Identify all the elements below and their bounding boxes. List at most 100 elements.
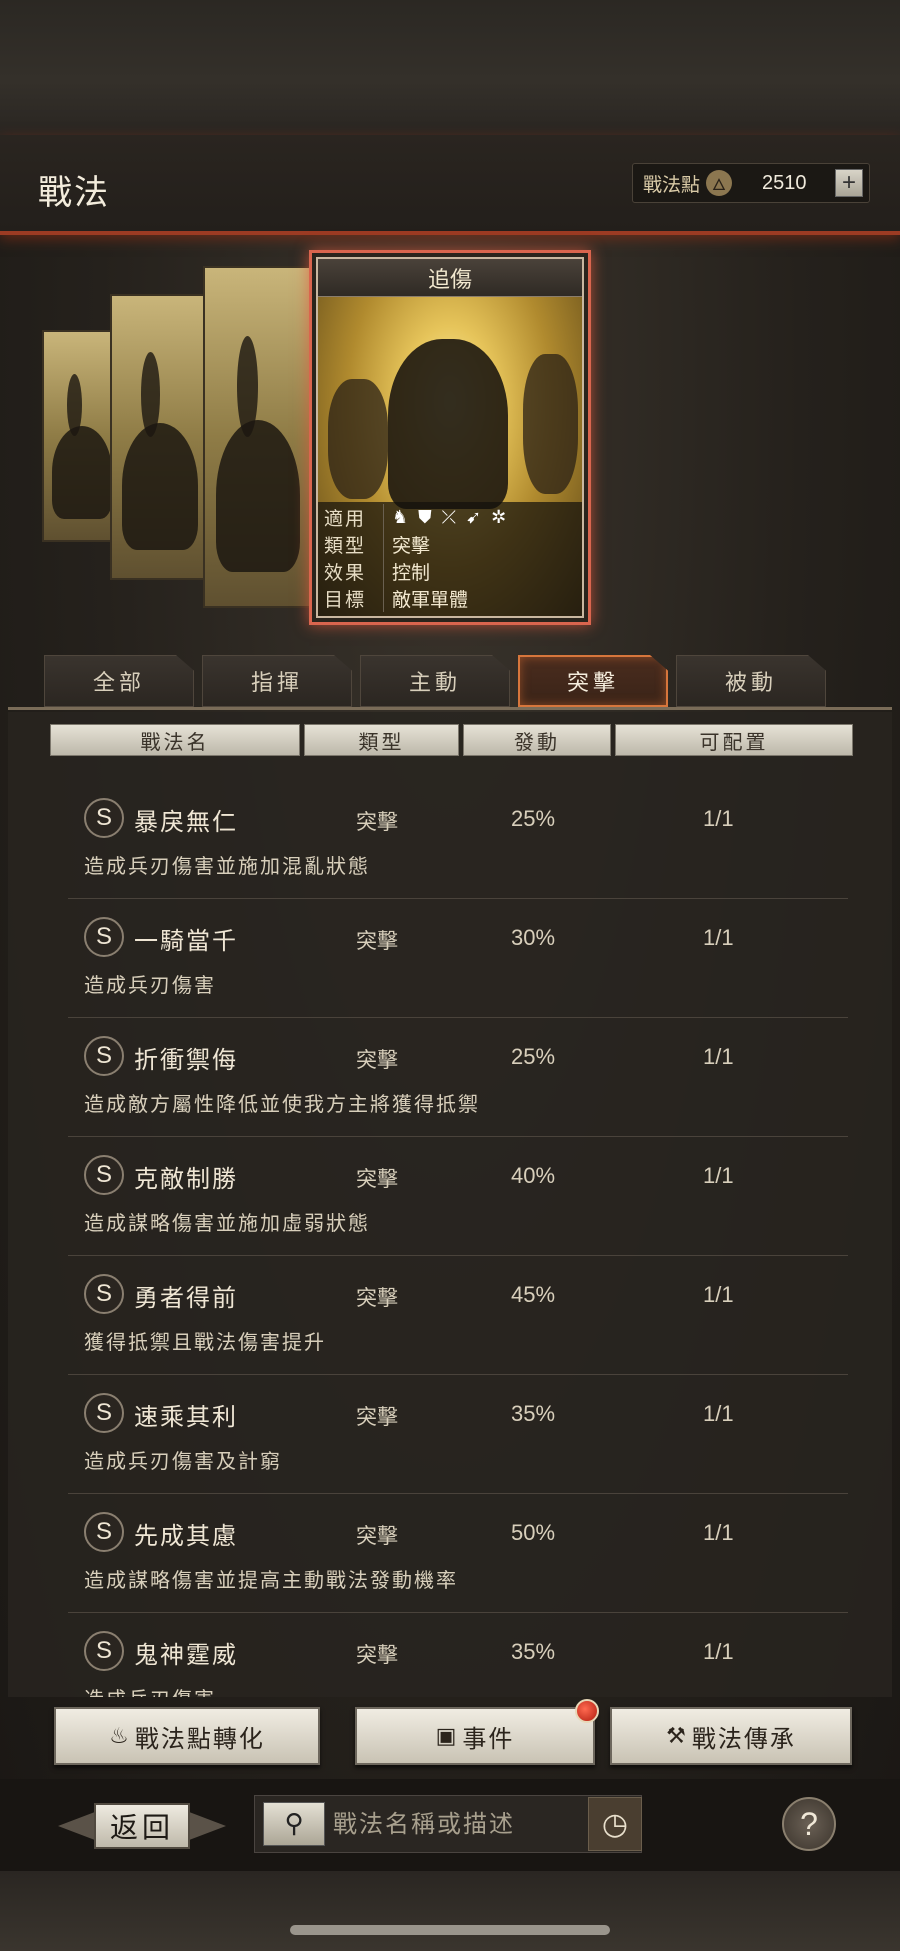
tab-active[interactable]: 主動 [360,655,510,707]
column-headers: 戰法名 類型 發動 可配置 [50,724,853,756]
list-item[interactable]: S 折衝禦侮 突擊 25% 1/1 造成敵方屬性降低並使我方主將獲得抵禦 [68,1018,848,1137]
info-value: 突擊 [392,535,431,557]
card-info: 適用 ♞ ⛊ ⤫ ➹ ✲ 類型 突擊 效果 控制 目標 敵軍單體 [318,502,582,616]
notification-dot [575,1699,599,1723]
tactic-name: 折衝禦侮 [134,1046,238,1074]
tactic-slots: 1/1 [703,1044,734,1069]
tactic-name: 先成其慮 [134,1522,238,1550]
card-info-row: 適用 ♞ ⛊ ⤫ ➹ ✲ [324,504,576,531]
grade-badge: S [84,917,124,957]
flame-icon: ♨ [109,1723,131,1749]
footer-bar: 返回 ⚲ ◷ ? [0,1779,900,1871]
tactic-slots: 1/1 [703,925,734,950]
cavalry-icon: ♞ [392,507,409,528]
search-icon[interactable]: ⚲ [263,1802,325,1846]
column-header-name[interactable]: 戰法名 [50,724,300,756]
tactic-desc: 造成兵刃傷害 [84,1683,216,1697]
points-label: 戰法點 [643,173,701,196]
tactic-rate: 30% [511,925,556,950]
card-silhouette-head [66,373,82,436]
tactic-desc: 造成兵刃傷害及計窮 [84,1449,282,1473]
tactic-rate: 35% [511,1401,556,1426]
tactic-type: 突擊 [356,810,398,834]
card-back-1[interactable] [203,266,313,608]
info-value: 敵軍單體 [392,589,469,611]
tactic-name: 克敵制勝 [134,1165,238,1193]
selected-tactic-card[interactable]: 追傷 適用 ♞ ⛊ ⤫ ➹ ✲ 類型 突擊 效果 控制 目標 敵軍單體 [309,250,591,625]
card-name: 追傷 [318,259,582,297]
convert-label: 戰法點轉化 [134,1724,265,1753]
card-silhouette [215,420,301,573]
tactic-type: 突擊 [356,1048,398,1072]
tactic-slots: 1/1 [703,1639,734,1664]
add-points-button[interactable]: + [835,169,863,197]
tactics-table: 戰法名 類型 發動 可配置 S 暴戾無仁 突擊 25% 1/1 造成兵刃傷害並施… [8,712,892,1697]
tactic-rate: 25% [511,1044,556,1069]
card-silhouette [121,422,199,550]
info-key: 效果 [324,558,384,585]
card-silhouette [51,425,113,520]
tactic-name: 勇者得前 [134,1284,238,1312]
events-button[interactable]: ▣ 事件 [355,1699,599,1765]
column-header-slots[interactable]: 可配置 [615,724,853,756]
grade-badge: S [84,798,124,838]
column-header-rate[interactable]: 發動 [463,724,611,756]
tactic-rate: 50% [511,1520,556,1545]
home-indicator[interactable] [290,1925,610,1935]
card-info-row: 目標 敵軍單體 [324,585,576,612]
tabs-divider [8,707,892,710]
tab-command[interactable]: 指揮 [202,655,352,707]
tab-passive[interactable]: 被動 [676,655,826,707]
search-input[interactable] [333,1802,583,1846]
tactic-type: 突擊 [356,1405,398,1429]
tactics-list[interactable]: S 暴戾無仁 突擊 25% 1/1 造成兵刃傷害並施加混亂狀態 S 一騎當千 突… [68,780,848,1697]
tab-all[interactable]: 全部 [44,655,194,707]
action-bar: ♨ 戰法點轉化 ▣ 事件 ⚒ 戰法傳承 [0,1697,900,1779]
page-title: 戰法 [38,173,110,213]
help-icon[interactable]: ? [782,1797,836,1851]
card-figure-right [523,354,578,494]
list-item[interactable]: S 速乘其利 突擊 35% 1/1 造成兵刃傷害及計窮 [68,1375,848,1494]
tactic-desc: 造成謀略傷害並施加虛弱狀態 [84,1211,370,1235]
info-value: 控制 [392,562,431,584]
tactic-desc: 造成兵刃傷害 [84,973,216,997]
list-item[interactable]: S 鬼神霆威 突擊 35% 1/1 造成兵刃傷害 [68,1613,848,1697]
card-silhouette-head [140,352,160,437]
tactic-name: 一騎當千 [134,927,238,955]
bow-icon: ⤫ [441,507,457,528]
tactic-desc: 造成敵方屬性降低並使我方主將獲得抵禦 [84,1092,480,1116]
list-item[interactable]: S 暴戾無仁 突擊 25% 1/1 造成兵刃傷害並施加混亂狀態 [68,780,848,899]
column-header-type[interactable]: 類型 [304,724,459,756]
header-bar: 戰法 戰法點 🜂 2510 + [0,135,900,235]
grade-badge: S [84,1393,124,1433]
list-item[interactable]: S 一騎當千 突擊 30% 1/1 造成兵刃傷害 [68,899,848,1018]
tactic-desc: 獲得抵禦且戰法傷害提升 [84,1330,326,1354]
tactic-name: 暴戾無仁 [134,808,238,836]
events-label: 事件 [462,1724,515,1753]
clock-icon[interactable]: ◷ [588,1797,642,1851]
flame-icon: 🜂 [706,170,733,196]
back-label: 返回 [94,1803,190,1849]
card-info-row: 類型 突擊 [324,531,576,558]
card-silhouette-head [236,335,258,437]
tactic-slots: 1/1 [703,1163,734,1188]
tactic-slots: 1/1 [703,1401,734,1426]
hammer-icon: ⚒ [666,1723,688,1749]
card-art: 追傷 適用 ♞ ⛊ ⤫ ➹ ✲ 類型 突擊 效果 控制 目標 敵軍單體 [316,257,584,618]
convert-points-button[interactable]: ♨ 戰法點轉化 [54,1707,320,1765]
tab-assault[interactable]: 突擊 [518,655,668,707]
list-item[interactable]: S 克敵制勝 突擊 40% 1/1 造成謀略傷害並施加虛弱狀態 [68,1137,848,1256]
back-button[interactable]: 返回 [58,1799,226,1853]
info-key: 類型 [324,531,384,558]
inherit-button[interactable]: ⚒ 戰法傳承 [610,1707,852,1765]
tactic-desc: 造成兵刃傷害並施加混亂狀態 [84,854,370,878]
grade-badge: S [84,1036,124,1076]
tactic-type: 突擊 [356,1524,398,1548]
list-item[interactable]: S 勇者得前 突擊 45% 1/1 獲得抵禦且戰法傷害提升 [68,1256,848,1375]
card-back-2[interactable] [110,294,210,580]
tactic-points-box: 戰法點 🜂 2510 + [632,163,870,203]
list-item[interactable]: S 先成其慮 突擊 50% 1/1 造成謀略傷害並提高主動戰法發動機率 [68,1494,848,1613]
card-info-row: 效果 控制 [324,558,576,585]
search-bar: ⚲ [254,1795,642,1853]
troop-icons: ♞ ⛊ ⤫ ➹ ✲ [392,507,506,528]
